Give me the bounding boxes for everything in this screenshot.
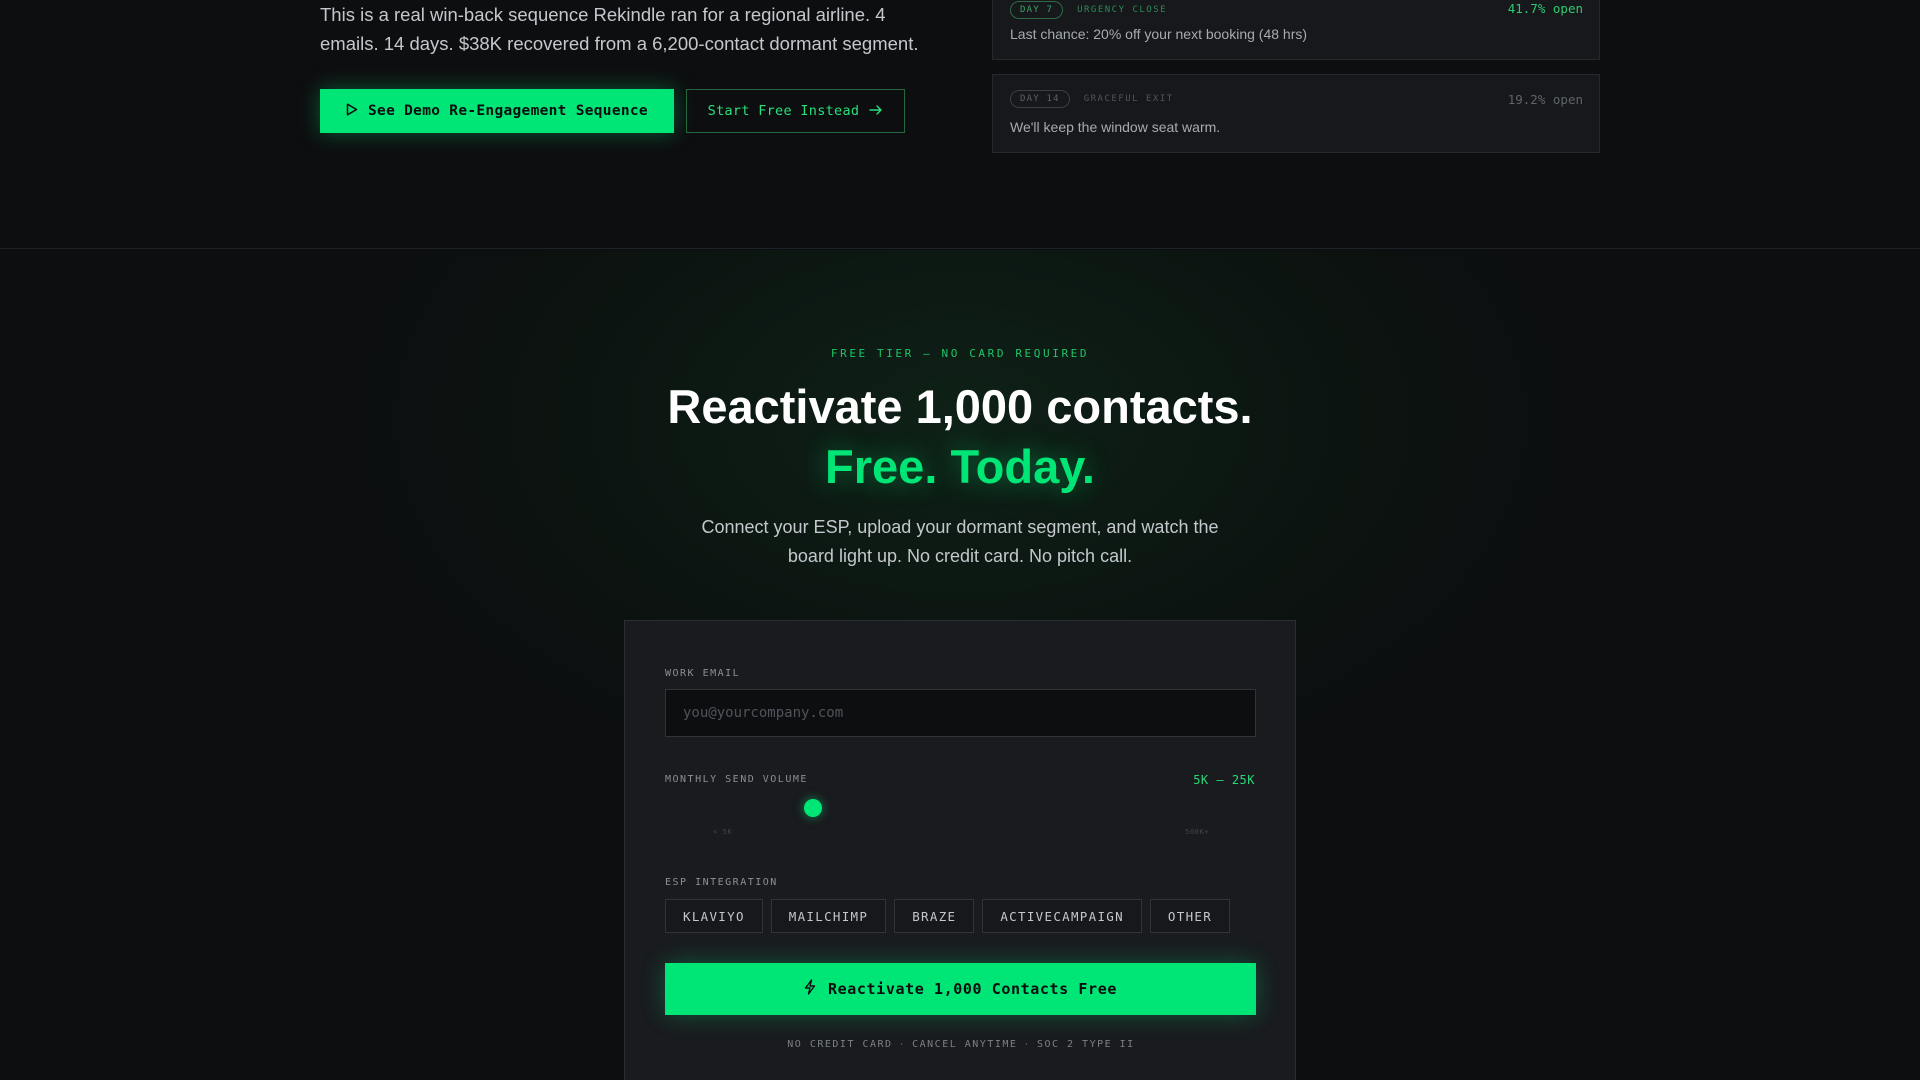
send-volume-value: 5K – 25K: [1193, 773, 1255, 787]
lightning-icon: [804, 979, 816, 999]
email-type-label: GRACEFUL EXIT: [1083, 94, 1174, 104]
sequence-email-card: DAY 14 GRACEFUL EXIT 19.2% open We'll ke…: [992, 74, 1600, 153]
open-rate: 19.2% open: [1507, 92, 1583, 107]
reactivate-free-button-label: Reactivate 1,000 Contacts Free: [828, 980, 1117, 998]
fine-print-separator: ·: [1023, 1039, 1031, 1050]
email-type-label: URGENCY CLOSE: [1077, 5, 1168, 15]
sequence-email-card: DAY 7 URGENCY CLOSE 41.7% open Last chan…: [992, 0, 1600, 60]
send-volume-label: MONTHLY SEND VOLUME: [665, 774, 808, 785]
send-volume-slider[interactable]: [665, 799, 1256, 817]
esp-option-group: KLAVIYO MAILCHIMP BRAZE ACTIVECAMPAIGN O…: [665, 899, 1231, 933]
play-icon: [346, 102, 358, 120]
signup-subcopy: Connect your ESP, upload your dormant se…: [701, 517, 1219, 566]
demo-section: This is a real win-back sequence Rekindl…: [0, 0, 1920, 249]
esp-option-klaviyo[interactable]: KLAVIYO: [665, 899, 763, 933]
work-email-label: WORK EMAIL: [665, 668, 741, 679]
see-demo-button-label: See Demo Re-Engagement Sequence: [368, 103, 648, 119]
fine-print-separator: ·: [898, 1039, 907, 1050]
esp-option-other[interactable]: OTHER: [1149, 899, 1231, 933]
esp-option-activecampaign[interactable]: ACTIVECAMPAIGN: [982, 899, 1142, 933]
trust-fine-print: NO CREDIT CARD · CANCEL ANYTIME · SOC 2 TYPE…: [625, 1039, 1297, 1050]
fine-print-item: CANCEL ANYTIME: [912, 1039, 1018, 1050]
signup-form: WORK EMAIL MONTHLY SEND VOLUME 5K – 25K …: [624, 620, 1296, 1080]
open-rate: 41.7% open: [1507, 1, 1583, 16]
send-volume-max-label: 500K+: [1185, 828, 1210, 836]
esp-option-mailchimp[interactable]: MAILCHIMP: [770, 899, 887, 933]
signup-headline: Reactivate 1,000 contacts.: [667, 380, 1253, 433]
start-free-button[interactable]: Start Free Instead: [686, 89, 905, 133]
work-email-input[interactable]: [665, 689, 1256, 737]
signup-section: FREE TIER — NO CARD REQUIRED Reactivate …: [0, 250, 1920, 1080]
arrow-right-icon: [869, 103, 883, 119]
reactivate-free-button[interactable]: Reactivate 1,000 Contacts Free: [665, 963, 1256, 1015]
email-subject: Last chance: 20% off your next booking (…: [1010, 26, 1308, 42]
email-subject: We'll keep the window seat warm.: [1010, 119, 1221, 135]
esp-integration-label: ESP INTEGRATION: [665, 877, 778, 888]
free-tier-eyebrow: FREE TIER — NO CARD REQUIRED: [830, 347, 1090, 360]
send-volume-slider-fill: [665, 806, 813, 810]
day-badge: DAY 7: [1010, 1, 1064, 19]
day-badge: DAY 14: [1010, 90, 1070, 108]
esp-option-braze[interactable]: BRAZE: [894, 899, 975, 933]
send-volume-min-label: < 5K: [713, 828, 733, 836]
signup-headline-accent: Free. Today.: [825, 440, 1095, 493]
see-demo-button[interactable]: See Demo Re-Engagement Sequence: [320, 89, 674, 133]
demo-intro-text: This is a real win-back sequence Rekindl…: [320, 4, 919, 54]
fine-print-item: SOC 2 TYPE II: [1036, 1039, 1135, 1050]
fine-print-item: NO CREDIT CARD: [787, 1039, 893, 1050]
send-volume-slider-thumb[interactable]: [803, 799, 822, 817]
start-free-button-label: Start Free Instead: [707, 103, 860, 119]
